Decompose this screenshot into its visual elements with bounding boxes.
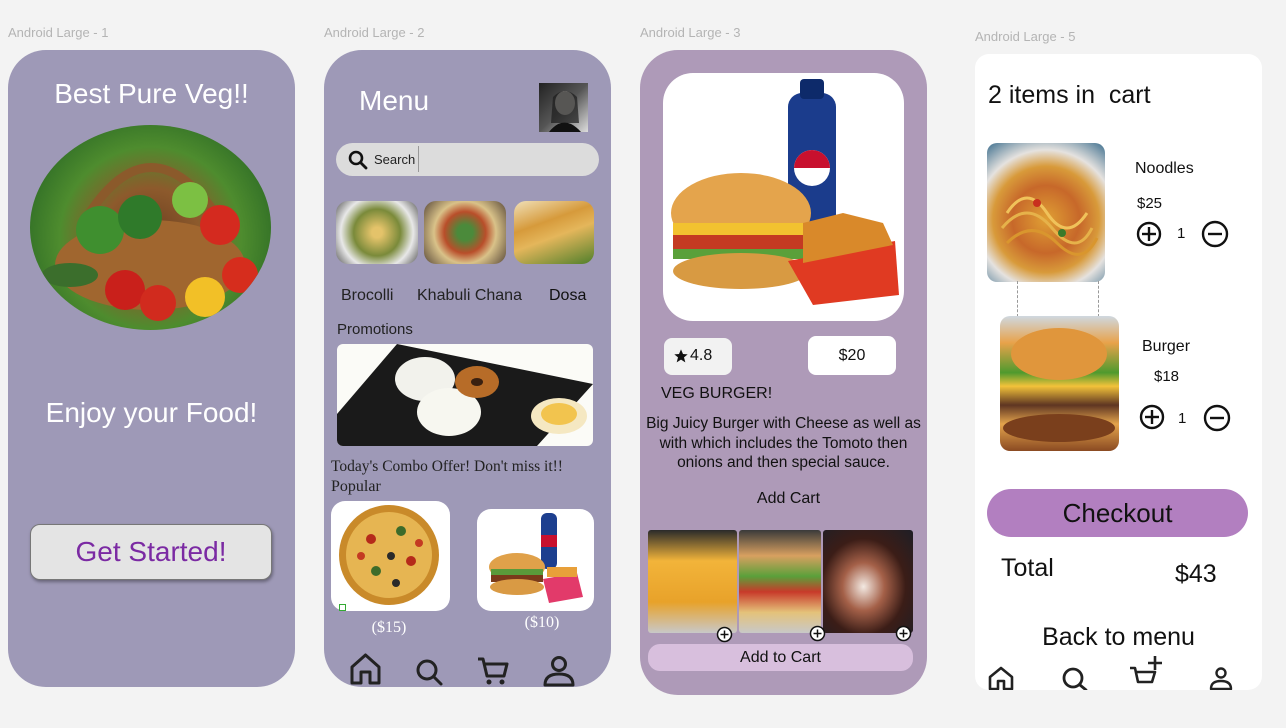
cart-item-name-2: Burger <box>1142 338 1191 355</box>
burger-image <box>1000 316 1119 451</box>
increment-icon-2[interactable] <box>1139 402 1165 432</box>
category-label-dosa: Dosa <box>549 287 587 304</box>
checkout-label: Checkout <box>1062 498 1173 528</box>
rating-badge: 4.8 <box>664 338 732 375</box>
total-value: $43 <box>1175 560 1217 588</box>
popular-pizza-image[interactable] <box>331 501 450 611</box>
frame-label-2: Android Large - 2 <box>324 25 425 40</box>
product-description: Big Juicy Burger with Cheese as well as … <box>646 415 921 471</box>
screen-menu: Menu Search Brocolli Khabuli Chana Dosa … <box>324 50 611 687</box>
menu-title: Menu <box>359 85 430 116</box>
promotions-label: Promotions <box>337 321 413 338</box>
price-value: $20 <box>838 347 866 364</box>
screen-product: 4.8 $20 VEG BURGER! Big Juicy Burger wit… <box>640 50 927 695</box>
promotion-banner[interactable] <box>337 344 593 446</box>
star-icon <box>673 348 689 364</box>
screen-welcome: Best Pure Veg!! Enjoy your Food! Get Sta… <box>8 50 295 687</box>
back-to-menu-link[interactable]: Back to menu <box>975 623 1262 652</box>
popular-combo-image[interactable] <box>477 509 594 611</box>
search-placeholder: Search <box>374 152 416 167</box>
cart-item-name-1: Noodles <box>1135 160 1194 177</box>
search-nav-icon[interactable] <box>1061 666 1089 690</box>
cart-item-qty-1: 1 <box>1177 225 1186 242</box>
home-icon[interactable] <box>349 652 382 685</box>
swiss-roll-image[interactable] <box>823 530 913 633</box>
decrement-icon-2[interactable] <box>1203 403 1231 433</box>
checkout-button[interactable]: Checkout <box>987 489 1248 537</box>
category-dosa-image[interactable] <box>514 201 594 264</box>
welcome-title: Best Pure Veg!! <box>54 78 249 109</box>
profile-avatar[interactable] <box>539 83 588 132</box>
frame-label-5: Android Large - 5 <box>975 29 1076 44</box>
product-name: VEG BURGER! <box>661 385 773 402</box>
frame-label-1: Android Large - 1 <box>8 25 109 40</box>
cart-item-price-2: $18 <box>1154 368 1180 385</box>
cart-add-nav-icon[interactable] <box>1128 654 1162 690</box>
cart-item-qty-2: 1 <box>1178 410 1187 427</box>
item-connector <box>1017 281 1099 317</box>
category-label-brocolli: Brocolli <box>341 287 394 304</box>
frame-label-3: Android Large - 3 <box>640 25 741 40</box>
search-caret <box>418 146 419 172</box>
cart-title: 2 items in cart <box>988 81 1151 109</box>
popular-price-1: ($15) <box>371 619 407 636</box>
fries-image[interactable] <box>648 530 737 633</box>
combo-offer-text: Today's Combo Offer! Don't miss it!! <box>331 458 563 475</box>
decrement-icon[interactable] <box>1201 219 1229 249</box>
welcome-tagline: Enjoy your Food! <box>45 397 258 428</box>
cart-nav-icon[interactable] <box>476 656 510 686</box>
home-icon[interactable] <box>988 666 1014 690</box>
category-label-chana: Khabuli Chana <box>417 287 522 304</box>
profile-nav-icon[interactable] <box>542 655 576 687</box>
sandwich-image[interactable] <box>739 530 821 633</box>
screen-cart: 2 items in cart Noodles $25 1 Burger $18… <box>975 54 1262 690</box>
popular-label: Popular <box>331 478 381 495</box>
search-icon <box>348 150 368 170</box>
get-started-button[interactable]: Get Started! <box>30 524 272 580</box>
add-to-cart-button[interactable]: Add to Cart <box>648 644 913 671</box>
add-cart-text[interactable]: Add Cart <box>640 490 927 508</box>
category-chana-image[interactable] <box>424 201 506 264</box>
add-fries-icon[interactable] <box>716 626 733 643</box>
add-roll-icon[interactable] <box>895 625 912 642</box>
veg-mark-icon <box>339 604 346 611</box>
search-input[interactable]: Search <box>336 143 599 176</box>
add-to-cart-label: Add to Cart <box>740 649 821 666</box>
total-label: Total <box>1001 554 1054 582</box>
search-nav-icon[interactable] <box>414 657 444 687</box>
noodles-image <box>987 143 1105 282</box>
price-badge: $20 <box>808 336 896 375</box>
add-sandwich-icon[interactable] <box>809 625 826 642</box>
increment-icon[interactable] <box>1136 219 1162 249</box>
category-brocolli-image[interactable] <box>336 201 418 264</box>
get-started-label: Get Started! <box>75 536 227 567</box>
profile-nav-icon[interactable] <box>1209 667 1233 690</box>
popular-price-2: ($10) <box>524 614 560 631</box>
rating-value: 4.8 <box>690 347 713 364</box>
cart-item-price-1: $25 <box>1137 195 1163 212</box>
burger-combo-hero-image <box>663 73 904 321</box>
vegetable-basket-image <box>30 125 271 330</box>
